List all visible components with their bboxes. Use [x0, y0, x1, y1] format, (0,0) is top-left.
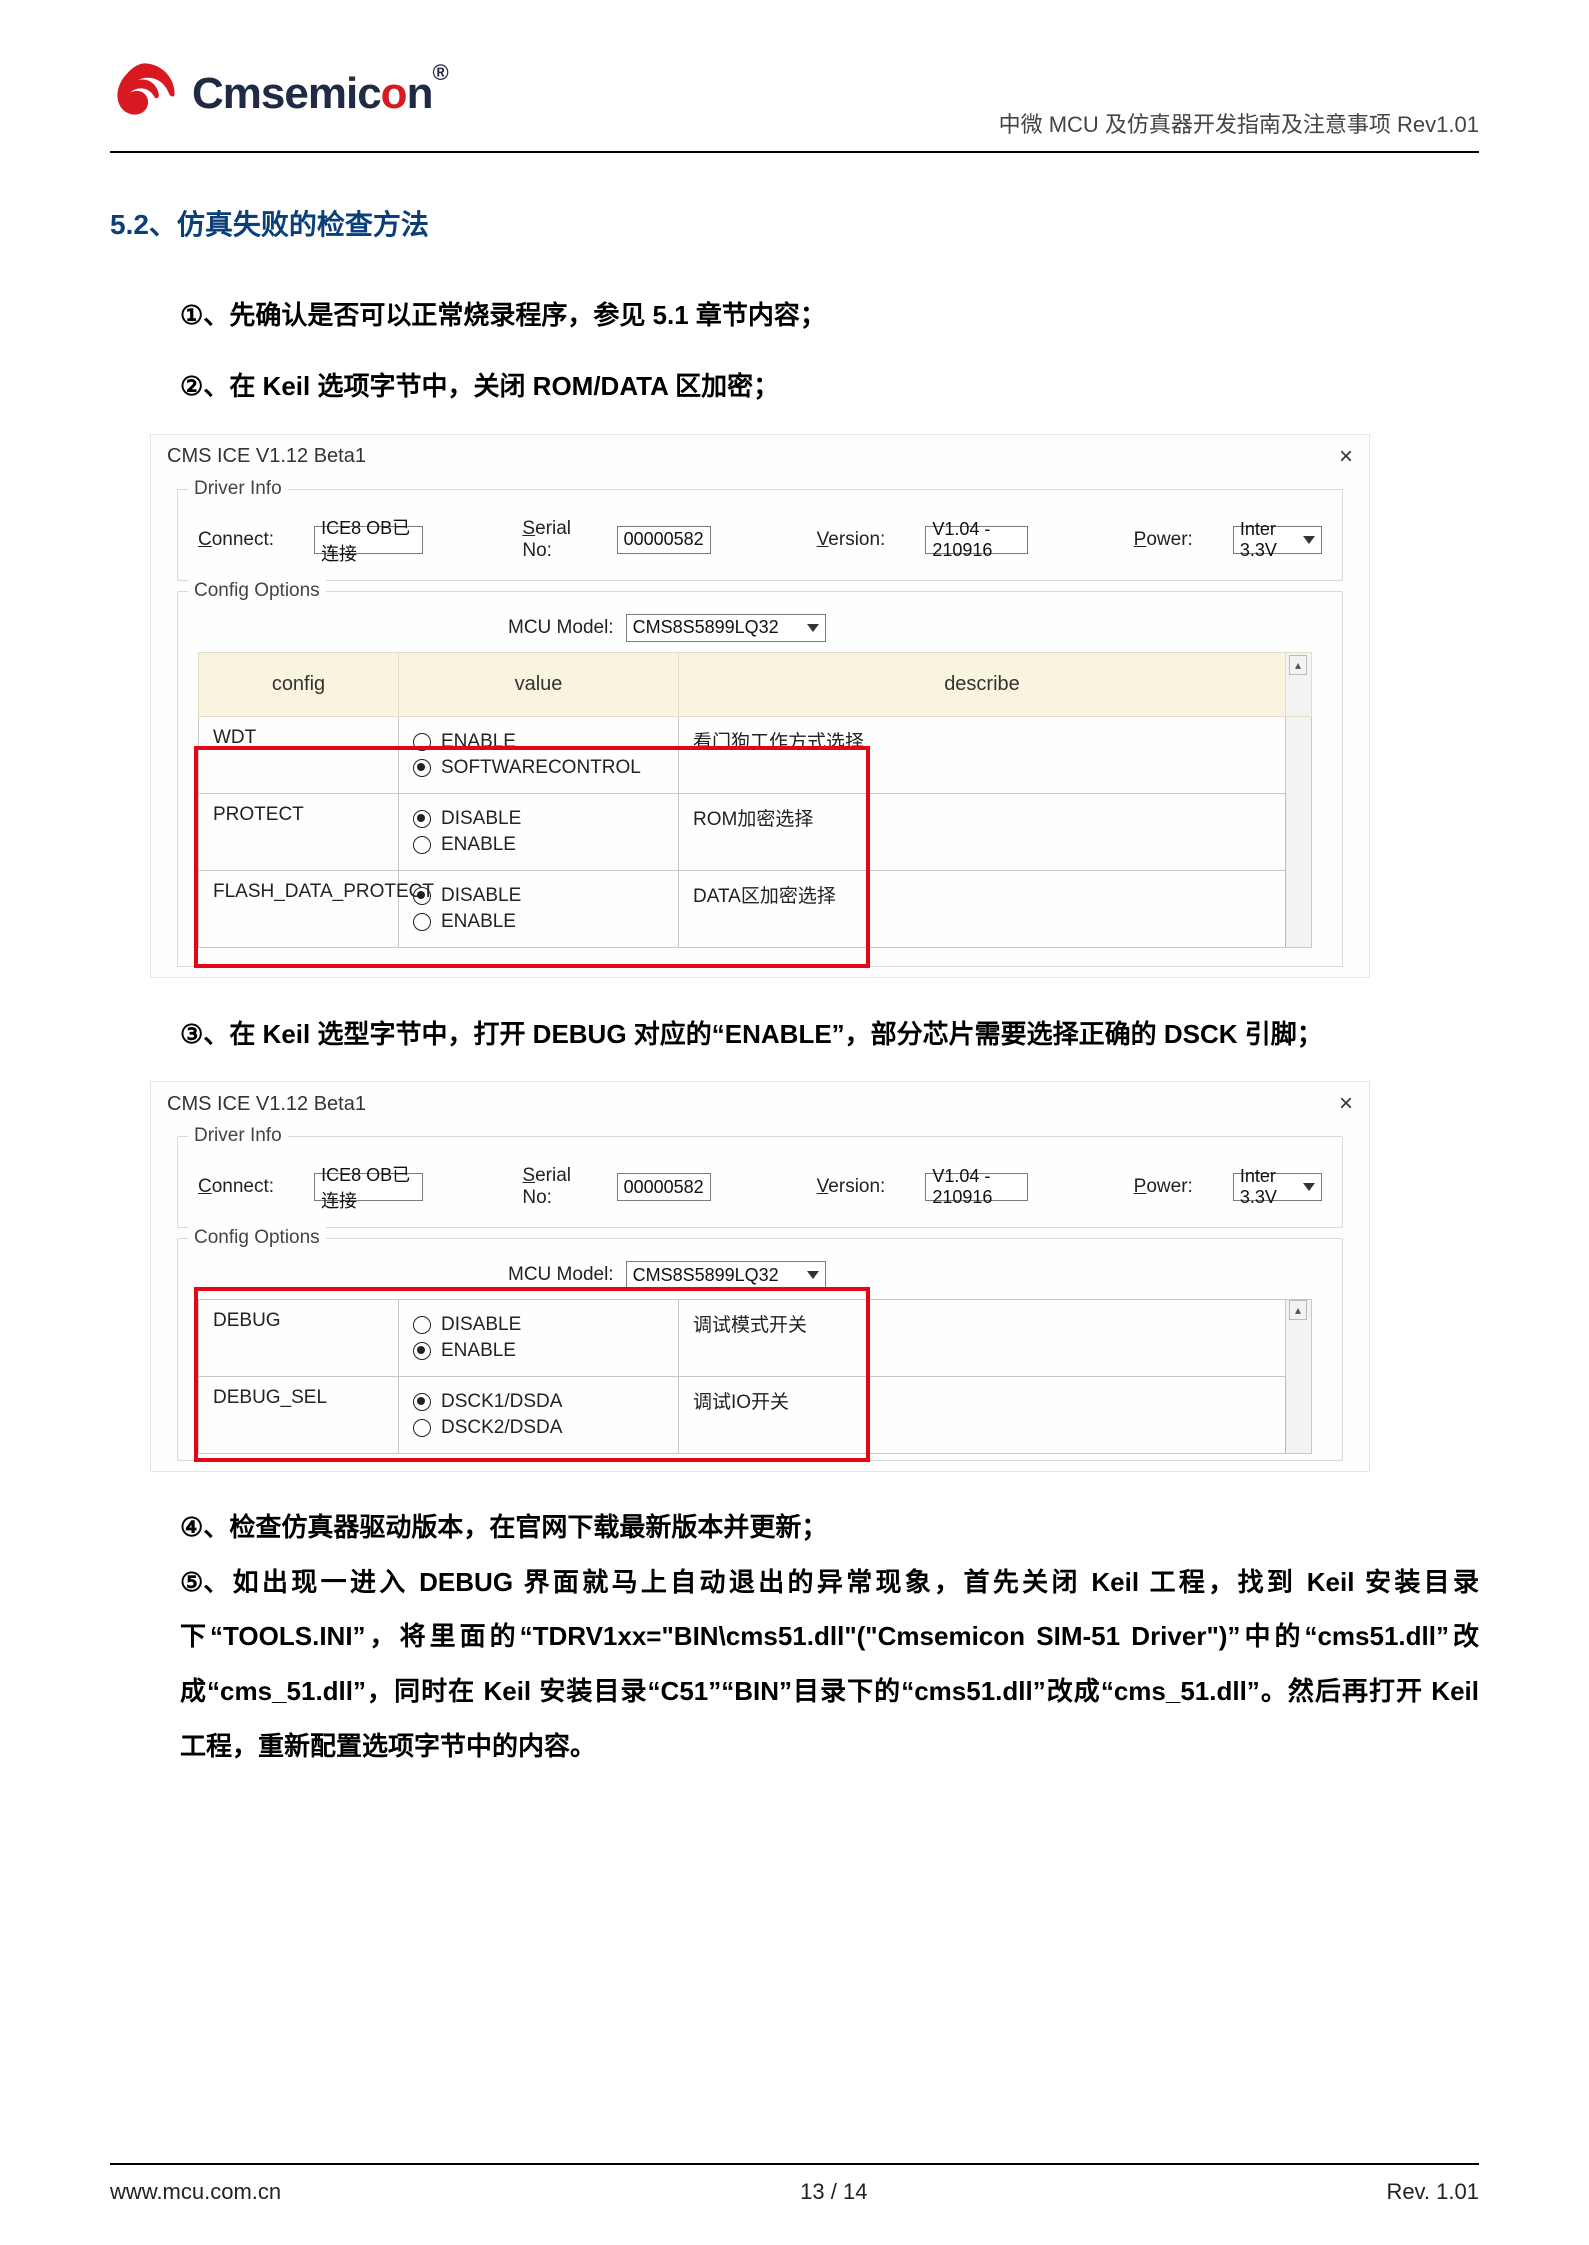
mcu-combo[interactable]: CMS8S5899LQ32 — [626, 614, 826, 642]
scrollbar[interactable] — [1286, 716, 1312, 947]
mcu-label: MCU Model: — [508, 1264, 614, 1286]
radio-option[interactable]: DISABLE — [413, 885, 664, 907]
radio-option[interactable]: ENABLE — [413, 834, 664, 856]
config-options-1: Config Options MCU Model: CMS8S5899LQ32 … — [177, 591, 1343, 967]
version-label: Version: — [817, 1176, 886, 1198]
radio-option[interactable]: DSCK2/DSDA — [413, 1417, 664, 1439]
radio-option[interactable]: ENABLE — [413, 911, 664, 933]
th-value: value — [399, 652, 679, 716]
close-icon[interactable]: × — [1339, 443, 1353, 471]
page-footer: www.mcu.com.cn 13 / 14 Rev. 1.01 — [110, 2179, 1479, 2205]
th-describe: describe — [679, 652, 1286, 716]
config-legend: Config Options — [188, 1227, 326, 1249]
version-value[interactable]: V1.04 - 210916 — [925, 526, 1027, 554]
doc-title: 中微 MCU 及仿真器开发指南及注意事项 Rev1.01 — [999, 107, 1479, 139]
driver-info-1: Driver Info Connect: ICE8 OB已连接 Serial N… — [177, 489, 1343, 581]
step-2: ②、在 Keil 选项字节中，关闭 ROM/DATA 区加密； — [180, 362, 1479, 411]
step-3: ③、在 Keil 选型字节中，打开 DEBUG 对应的“ENABLE”，部分芯片… — [180, 1010, 1479, 1059]
footer-rule — [110, 2163, 1479, 2165]
config-options-2: Config Options MCU Model: CMS8S5899LQ32 … — [177, 1238, 1343, 1461]
power-label: Power: — [1134, 529, 1193, 551]
close-icon[interactable]: × — [1339, 1090, 1353, 1118]
connect-value[interactable]: ICE8 OB已连接 — [314, 1173, 423, 1201]
scrollbar[interactable]: ▴ — [1286, 1300, 1312, 1454]
table-row: DEBUG DISABLE ENABLE 调试模式开关 ▴ — [199, 1300, 1312, 1377]
radio-option[interactable]: ENABLE — [413, 1340, 664, 1362]
table-row: PROTECT DISABLE ENABLE ROM加密选择 — [199, 793, 1312, 870]
version-value[interactable]: V1.04 - 210916 — [925, 1173, 1027, 1201]
radio-option[interactable]: DISABLE — [413, 808, 664, 830]
radio-option[interactable]: DSCK1/DSDA — [413, 1391, 664, 1413]
dialog1-title: CMS ICE V1.12 Beta1 — [167, 445, 366, 468]
step-5: ⑤、如出现一进入 DEBUG 界面就马上自动退出的异常现象，首先关闭 Keil … — [180, 1555, 1479, 1773]
step-1: ①、先确认是否可以正常烧录程序，参见 5.1 章节内容； — [180, 291, 1479, 340]
config-table-1: config value describe ▴ WDT ENABLE SOFTW… — [198, 652, 1312, 948]
mcu-label: MCU Model: — [508, 617, 614, 639]
serial-value[interactable]: 00000582 — [617, 1173, 711, 1201]
config-legend: Config Options — [188, 580, 326, 602]
logo-icon — [110, 60, 178, 128]
driver-info-legend: Driver Info — [188, 1125, 288, 1147]
connect-value[interactable]: ICE8 OB已连接 — [314, 526, 423, 554]
driver-info-legend: Driver Info — [188, 478, 288, 500]
mcu-combo[interactable]: CMS8S5899LQ32 — [626, 1261, 826, 1289]
dialog-2: CMS ICE V1.12 Beta1 × Driver Info Connec… — [150, 1081, 1370, 1472]
scroll-up-icon[interactable]: ▴ — [1289, 1300, 1307, 1320]
scroll-up-icon[interactable]: ▴ — [1289, 655, 1307, 675]
dialog2-title: CMS ICE V1.12 Beta1 — [167, 1093, 366, 1116]
dialog-1: CMS ICE V1.12 Beta1 × Driver Info Connec… — [150, 434, 1370, 978]
version-label: Version: — [817, 529, 886, 551]
table-row: FLASH_DATA_PROTECT DISABLE ENABLE DATA区加… — [199, 870, 1312, 947]
radio-option[interactable]: DISABLE — [413, 1314, 664, 1336]
th-config: config — [199, 652, 399, 716]
footer-page: 13 / 14 — [800, 2179, 867, 2205]
radio-option[interactable]: SOFTWARECONTROL — [413, 757, 664, 779]
power-label: Power: — [1134, 1176, 1193, 1198]
table-row: DEBUG_SEL DSCK1/DSDA DSCK2/DSDA 调试IO开关 — [199, 1377, 1312, 1454]
section-heading: 5.2、仿真失败的检查方法 — [110, 203, 1479, 243]
config-table-2: DEBUG DISABLE ENABLE 调试模式开关 ▴ DEBUG_SEL — [198, 1299, 1312, 1454]
serial-value[interactable]: 00000582 — [617, 526, 711, 554]
table-row: WDT ENABLE SOFTWARECONTROL 看门狗工作方式选择 — [199, 716, 1312, 793]
footer-rev: Rev. 1.01 — [1386, 2179, 1479, 2205]
serial-label: Serial No: — [522, 518, 576, 562]
header-rule — [110, 151, 1479, 153]
footer-url: www.mcu.com.cn — [110, 2179, 281, 2205]
step-4: ④、检查仿真器驱动版本，在官网下载最新版本并更新； — [180, 1500, 1479, 1555]
radio-option[interactable]: ENABLE — [413, 731, 664, 753]
connect-label: Connect: — [198, 529, 274, 551]
connect-label: Connect: — [198, 1176, 274, 1198]
page-header: Cmsemicon® 中微 MCU 及仿真器开发指南及注意事项 Rev1.01 — [110, 60, 1479, 145]
serial-label: Serial No: — [522, 1165, 576, 1209]
power-combo[interactable]: Inter 3.3V — [1233, 1173, 1322, 1201]
power-combo[interactable]: Inter 3.3V — [1233, 526, 1322, 554]
driver-info-2: Driver Info Connect: ICE8 OB已连接 Serial N… — [177, 1136, 1343, 1228]
brand-text: Cmsemicon® — [192, 69, 448, 119]
